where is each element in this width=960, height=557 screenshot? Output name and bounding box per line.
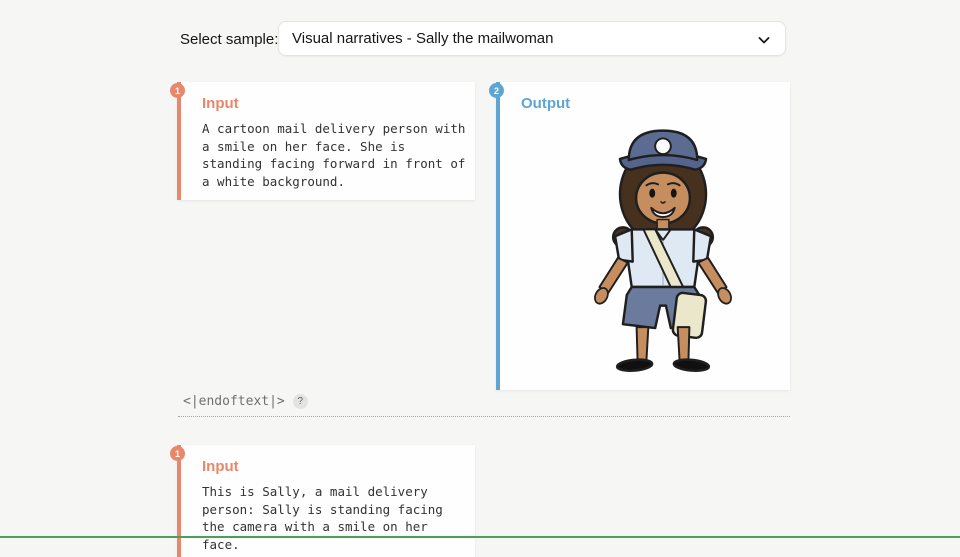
progress-bar xyxy=(0,536,960,538)
input-card-2: 1 Input This is Sally, a mail delivery p… xyxy=(177,445,475,557)
step-badge: 1 xyxy=(170,83,185,98)
help-icon[interactable]: ? xyxy=(293,394,308,409)
chevron-down-icon xyxy=(756,32,772,48)
endoftext-token: <|endoftext|> xyxy=(183,394,285,409)
step-badge: 2 xyxy=(489,83,504,98)
endoftext-row: <|endoftext|> ? xyxy=(183,394,308,409)
select-sample-label: Select sample: xyxy=(180,31,278,48)
dotted-separator xyxy=(178,416,790,417)
mailwoman-cartoon-image xyxy=(521,114,805,375)
input-prompt-text: A cartoon mail delivery person with a sm… xyxy=(202,120,468,190)
input-label: Input xyxy=(202,458,467,475)
step-badge: 1 xyxy=(170,446,185,461)
input-card-1: 1 Input A cartoon mail delivery person w… xyxy=(177,82,475,200)
output-card: 2 Output xyxy=(496,82,790,390)
input-label: Input xyxy=(202,95,467,112)
sample-select-value: Visual narratives - Sally the mailwoman xyxy=(292,30,554,47)
input-prompt-text: This is Sally, a mail delivery person: S… xyxy=(202,483,468,553)
output-label: Output xyxy=(521,95,782,112)
sample-select-dropdown[interactable]: Visual narratives - Sally the mailwoman xyxy=(278,21,786,56)
